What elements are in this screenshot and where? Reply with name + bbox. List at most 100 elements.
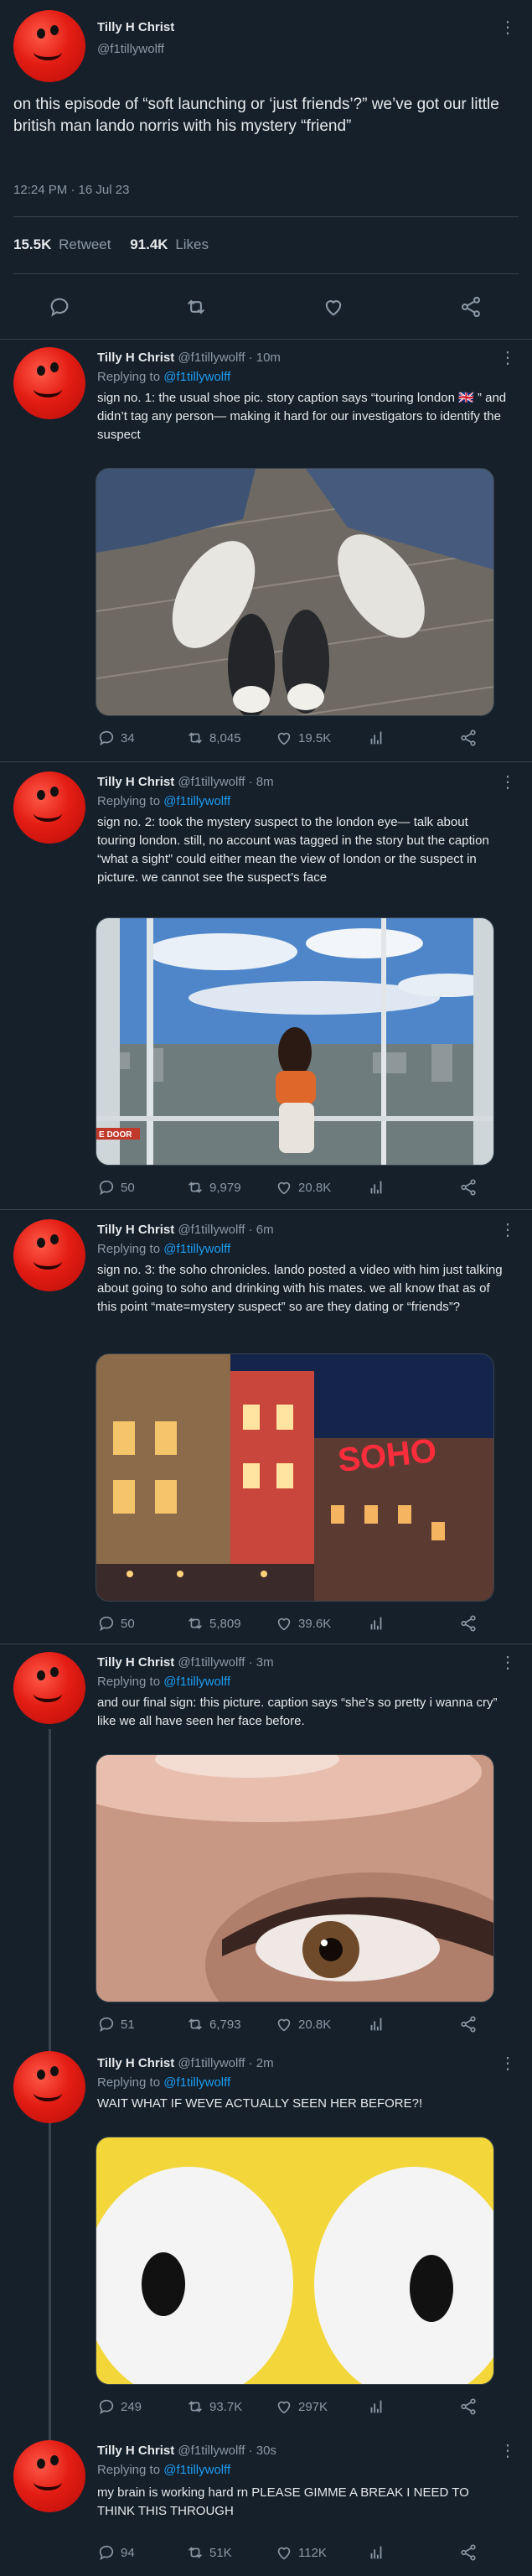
- author-handle[interactable]: @f1tillywolff · 10m: [178, 351, 280, 365]
- reply-button[interactable]: 51: [97, 2015, 186, 2033]
- replying-to-handle[interactable]: @f1tillywolff: [163, 1242, 230, 1256]
- eye-closeup-photo[interactable]: [96, 1754, 494, 2002]
- reply-button[interactable]: 34: [97, 729, 186, 747]
- more-options-icon[interactable]: ⋮: [499, 2443, 516, 2459]
- avatar[interactable]: [13, 347, 85, 419]
- replying-to-handle[interactable]: @f1tillywolff: [163, 2075, 230, 2090]
- shoes-photo[interactable]: [96, 468, 494, 716]
- reply-actions: 249 93.7K 297K: [97, 2395, 499, 2418]
- like-count[interactable]: 91.4K: [130, 236, 168, 252]
- reply-actions: 94 51K 112K: [97, 2541, 499, 2564]
- replying-to-handle[interactable]: @f1tillywolff: [163, 794, 230, 808]
- author-name[interactable]: Tilly H Christ: [97, 2056, 174, 2070]
- retweet-count: 5,809: [209, 1616, 241, 1631]
- tweet-timestamp[interactable]: 12:24 PM · 16 Jul 23: [13, 183, 129, 197]
- share-button[interactable]: [459, 729, 478, 747]
- avatar[interactable]: [13, 1652, 85, 1724]
- author-name[interactable]: Tilly H Christ: [97, 20, 174, 34]
- analytics-button[interactable]: [367, 2397, 459, 2416]
- retweet-button[interactable]: 51K: [186, 2543, 275, 2562]
- share-button[interactable]: [459, 1614, 478, 1633]
- more-options-icon[interactable]: ⋮: [499, 350, 516, 366]
- reply-button[interactable]: 249: [97, 2397, 186, 2416]
- retweet-button[interactable]: 6,793: [186, 2015, 275, 2033]
- retweet-button[interactable]: 93.7K: [186, 2397, 275, 2416]
- share-icon: [461, 2016, 476, 2033]
- reply-icon[interactable]: [48, 295, 71, 319]
- author-name[interactable]: Tilly H Christ: [97, 1223, 174, 1237]
- replying-to-handle[interactable]: @f1tillywolff: [163, 1675, 230, 1689]
- more-options-icon[interactable]: ⋮: [499, 1654, 516, 1671]
- replying-to: Replying to @f1tillywolff: [97, 2463, 230, 2477]
- author-handle[interactable]: @f1tillywolff · 8m: [178, 775, 273, 789]
- author-name[interactable]: Tilly H Christ: [97, 775, 174, 789]
- reply-button[interactable]: 94: [97, 2543, 186, 2562]
- replying-to: Replying to @f1tillywolff: [97, 1675, 230, 1689]
- like-count: 297K: [298, 2399, 328, 2414]
- like-button[interactable]: 20.8K: [275, 2015, 367, 2033]
- avatar[interactable]: [13, 771, 85, 844]
- analytics-button[interactable]: [367, 2015, 459, 2033]
- avatar[interactable]: [13, 2051, 85, 2123]
- like-button[interactable]: 297K: [275, 2397, 367, 2416]
- reply-header: Tilly H Christ @f1tillywolff · 10m: [97, 351, 281, 365]
- replying-to-handle[interactable]: @f1tillywolff: [163, 2463, 230, 2477]
- retweet-icon[interactable]: [184, 295, 208, 319]
- author-name[interactable]: Tilly H Christ: [97, 351, 174, 365]
- retweet-button[interactable]: 8,045: [186, 729, 275, 747]
- more-options-icon[interactable]: ⋮: [499, 774, 516, 791]
- reply-button[interactable]: 50: [97, 1178, 186, 1197]
- avatar[interactable]: [13, 10, 85, 82]
- retweet-icon: [189, 1618, 202, 1629]
- analytics-button[interactable]: [367, 729, 459, 747]
- avatar[interactable]: [13, 1219, 85, 1291]
- retweet-button[interactable]: 5,809: [186, 1614, 275, 1633]
- replying-to-label: Replying to: [97, 370, 161, 384]
- author-handle[interactable]: @f1tillywolff · 3m: [178, 1655, 273, 1670]
- author-name[interactable]: Tilly H Christ: [97, 2444, 174, 2458]
- london-eye-photo[interactable]: E DOOR: [96, 917, 494, 1166]
- replying-to: Replying to @f1tillywolff: [97, 1242, 230, 1256]
- more-options-icon[interactable]: ⋮: [499, 2055, 516, 2072]
- share-icon[interactable]: [459, 295, 483, 319]
- author-handle[interactable]: @f1tillywolff · 6m: [178, 1223, 273, 1237]
- like-button[interactable]: 112K: [275, 2543, 367, 2562]
- share-button[interactable]: [459, 2015, 478, 2033]
- replying-to-handle[interactable]: @f1tillywolff: [163, 370, 230, 384]
- like-button[interactable]: 19.5K: [275, 729, 367, 747]
- reply-header: Tilly H Christ @f1tillywolff · 2m: [97, 2056, 274, 2070]
- share-button[interactable]: [459, 2543, 478, 2562]
- author-handle[interactable]: @f1tillywolff: [97, 42, 164, 56]
- replying-to: Replying to @f1tillywolff: [97, 370, 230, 384]
- reply-header: Tilly H Christ @f1tillywolff · 3m: [97, 1655, 274, 1670]
- like-button[interactable]: 20.8K: [275, 1178, 367, 1197]
- retweet-count[interactable]: 15.5K: [13, 236, 51, 252]
- thread-line: [49, 1729, 51, 2056]
- soho-photo[interactable]: SOHO: [96, 1353, 494, 1602]
- cartoon-eyes-photo[interactable]: [96, 2137, 494, 2385]
- reply-actions: 50 5,809 39.6K: [97, 1612, 499, 1635]
- like-button[interactable]: 39.6K: [275, 1614, 367, 1633]
- reply-header: Tilly H Christ @f1tillywolff · 6m: [97, 1223, 274, 1237]
- share-button[interactable]: [459, 1178, 478, 1197]
- author-handle[interactable]: @f1tillywolff · 30s: [178, 2444, 276, 2458]
- avatar[interactable]: [13, 2440, 85, 2512]
- author-name[interactable]: Tilly H Christ: [97, 1655, 174, 1670]
- tweet-text: on this episode of “soft launching or ‘j…: [13, 96, 499, 135]
- retweet-button[interactable]: 9,979: [186, 1178, 275, 1197]
- analytics-button[interactable]: [367, 1178, 459, 1197]
- more-options-icon[interactable]: ⋮: [499, 1222, 516, 1239]
- like-icon[interactable]: [322, 295, 345, 319]
- reply-button[interactable]: 50: [97, 1614, 186, 1633]
- reply-text: and our final sign: this picture. captio…: [97, 1696, 498, 1728]
- analytics-button[interactable]: [367, 2543, 459, 2562]
- author-handle[interactable]: @f1tillywolff · 2m: [178, 2056, 273, 2070]
- reply-count: 50: [121, 1616, 135, 1631]
- like-count: 20.8K: [298, 2017, 332, 2032]
- more-options-icon[interactable]: ⋮: [499, 19, 516, 36]
- share-button[interactable]: [459, 2397, 478, 2416]
- analytics-icon: [370, 1617, 382, 1630]
- reply-text: my brain is working hard rn PLEASE GIMME…: [97, 2485, 469, 2518]
- like-icon: [277, 2401, 291, 2414]
- analytics-button[interactable]: [367, 1614, 459, 1633]
